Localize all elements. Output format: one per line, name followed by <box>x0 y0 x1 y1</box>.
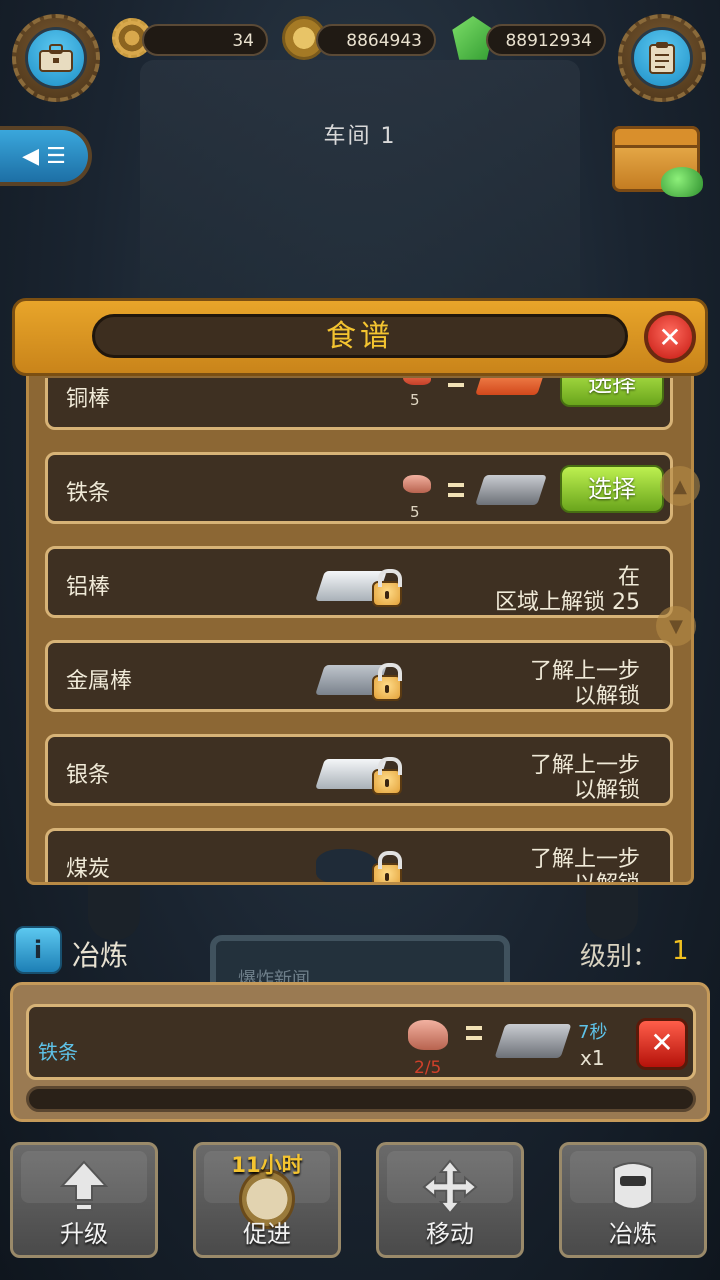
job-recipe-name: 铁条 <box>38 1040 78 1064</box>
recipe-row-coal[interactable]: 煤炭 了解上一步 以解锁 <box>45 828 673 882</box>
coin-counter: 8864943 <box>316 24 436 56</box>
recipe-row-silver-bar[interactable]: 银条 了解上一步 以解锁 <box>45 734 673 806</box>
chest-lid <box>612 126 700 148</box>
upgrade-arrow-icon <box>56 1159 112 1215</box>
recipe-row-iron-bar[interactable]: 铁条 5 选择 <box>45 452 673 524</box>
inventory-button[interactable] <box>12 14 100 102</box>
unlock-requirement: 了解上一步 以解锁 <box>530 659 640 709</box>
smelting-section-label: 冶炼 <box>72 939 129 972</box>
lock-icon <box>372 569 402 607</box>
unlock-line-2: 以解锁 <box>530 872 640 882</box>
boost-label: 促进 <box>243 1220 291 1248</box>
lock-icon <box>372 757 402 795</box>
equals-icon <box>448 483 464 497</box>
unlock-line-1: 了解上一步 <box>529 753 640 778</box>
job-progress-bar <box>26 1086 696 1112</box>
unlock-requirement: 在 区域上解锁 25 <box>495 565 640 615</box>
move-label: 移动 <box>426 1220 474 1248</box>
select-button[interactable]: 选择 <box>560 465 664 513</box>
unlock-line-2: 以解锁 <box>573 778 640 803</box>
unlock-line-1: 了解上一步 <box>529 659 640 684</box>
iron-ingot-icon <box>494 1024 572 1058</box>
scroll-up-arrow-icon[interactable]: ▲ <box>660 466 700 506</box>
recipe-row-metal-rod[interactable]: 金属棒 了解上一步 以解锁 <box>45 640 673 712</box>
unlock-line-1: 了解上一步 <box>529 847 640 872</box>
recipe-panel-title: 食谱 <box>92 314 628 358</box>
job-time-remaining: 7秒 <box>578 1022 608 1043</box>
recipe-list[interactable]: 铜棒 5 选择 铁条 5 选择 铝棒 在 区域上解锁 25 金属棒 了解上一步 … <box>26 378 694 882</box>
close-recipe-panel-button[interactable]: ✕ <box>644 311 696 363</box>
job-output-quantity: x1 <box>580 1046 605 1070</box>
unlock-requirement: 了解上一步 以解锁 <box>530 753 640 803</box>
menu-icon: ◀ ☰ <box>22 143 66 169</box>
upgrade-label: 升级 <box>60 1220 108 1248</box>
boost-timer: 11小时 <box>231 1153 303 1177</box>
background-pipe-right <box>586 880 638 940</box>
background-pipe-left <box>88 880 140 940</box>
copper-ingot-icon <box>475 378 547 395</box>
smelt-label: 冶炼 <box>609 1220 657 1248</box>
briefcase-icon <box>25 27 87 89</box>
scroll-down-arrow-icon[interactable]: ▼ <box>656 606 696 646</box>
unlock-line-2: 以解锁 <box>573 684 640 709</box>
copper-ore-icon <box>403 378 431 385</box>
iron-ore-icon <box>408 1020 448 1050</box>
move-button[interactable]: 移动 <box>376 1142 524 1258</box>
recipe-name: 银条 <box>66 763 111 788</box>
welding-mask-icon <box>605 1159 661 1215</box>
recipe-name: 金属棒 <box>66 669 133 694</box>
level-value: 1 <box>672 936 689 966</box>
gem-counter: 88912934 <box>486 24 606 56</box>
ore-quantity: 5 <box>410 503 420 521</box>
select-button[interactable]: 选择 <box>560 378 664 407</box>
iron-ingot-icon <box>475 475 547 505</box>
chest-button[interactable] <box>612 126 703 197</box>
ore-quantity: 5 <box>410 391 420 409</box>
recipe-name: 铁条 <box>66 481 111 506</box>
close-icon: ✕ <box>658 320 682 354</box>
recipe-name: 铝棒 <box>66 575 111 600</box>
recipe-name: 铜棒 <box>66 387 111 412</box>
side-menu-button[interactable]: ◀ ☰ <box>0 126 92 186</box>
chest-gems-icon <box>661 167 703 197</box>
info-button[interactable]: i <box>14 926 62 974</box>
gear-counter: 34 <box>142 24 268 56</box>
smelt-button[interactable]: 冶炼 <box>559 1142 707 1258</box>
info-icon: i <box>33 936 43 964</box>
cancel-job-button[interactable]: ✕ <box>636 1018 688 1070</box>
lock-icon <box>372 663 402 701</box>
recipe-row-aluminum-rod[interactable]: 铝棒 在 区域上解锁 25 <box>45 546 673 618</box>
lock-icon <box>372 851 402 882</box>
close-icon: ✕ <box>650 1026 674 1059</box>
upgrade-button[interactable]: 升级 <box>10 1142 158 1258</box>
level-label: 级别： <box>580 942 659 972</box>
move-arrows-icon <box>422 1159 478 1215</box>
unlock-line-2: 区域上解锁 25 <box>495 590 640 615</box>
equals-icon <box>448 378 464 387</box>
unlock-requirement: 了解上一步 以解锁 <box>530 847 640 882</box>
unlock-line-1: 在 <box>617 565 640 590</box>
iron-ore-icon <box>403 475 431 493</box>
job-ore-progress: 2/5 <box>414 1058 442 1078</box>
recipe-row-copper-rod[interactable]: 铜棒 5 选择 <box>45 378 673 430</box>
tasks-button[interactable] <box>618 14 706 102</box>
boost-button[interactable]: 11小时 促进 <box>193 1142 341 1258</box>
clipboard-icon <box>631 27 693 89</box>
coal-icon <box>316 849 378 882</box>
recipe-name: 煤炭 <box>66 857 111 882</box>
equals-icon <box>466 1026 482 1040</box>
background-machine <box>140 60 580 320</box>
